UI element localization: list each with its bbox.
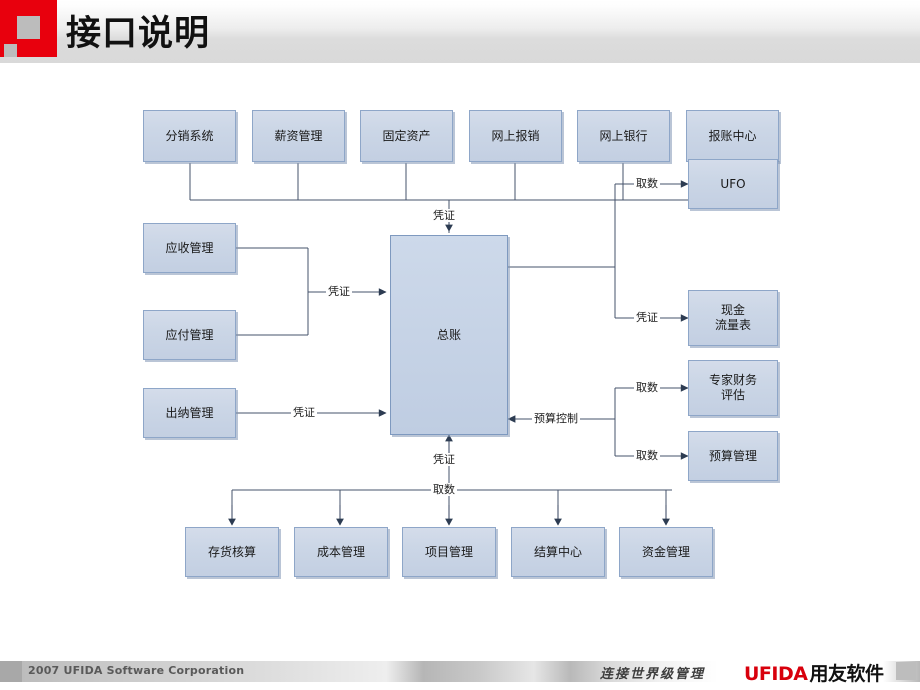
node-label: 资金管理 [641,544,690,559]
node-label: 项目管理 [424,544,473,559]
node-label: UFO [720,176,746,191]
edge-label-budget-control-to-hub: 预算控制 [532,412,580,425]
node-label: 现金 流量表 [714,303,751,332]
node-hub-general-ledger[interactable]: 总账 [390,235,508,435]
node-right-ufo[interactable]: UFO [688,159,778,209]
node-top-5[interactable]: 报账中心 [686,110,779,162]
node-label: 网上银行 [599,128,648,143]
footer-brand-logo: UFIDA 用友软件 [744,659,884,686]
page-title: 接口说明 [66,14,211,54]
node-label: 专家财务 评估 [708,373,757,402]
footer-tail-block-icon [896,662,916,680]
node-right-budget[interactable]: 预算管理 [688,431,778,481]
slide-footer: 2007 UFIDA Software Corporation 连接世界级管理 … [0,653,920,690]
ufida-logo-icon [0,0,57,57]
node-label: 成本管理 [316,544,365,559]
logo-inner-square-icon [17,16,40,39]
node-label: 薪资管理 [274,128,323,143]
node-top-3[interactable]: 网上报销 [469,110,562,162]
node-label: 应收管理 [165,240,214,255]
footer-copyright: 2007 UFIDA Software Corporation [28,664,245,677]
footer-left-block-icon [0,661,22,682]
footer-brand-en: UFIDA [744,663,808,685]
node-left-payable[interactable]: 应付管理 [143,310,236,360]
node-bottom-4[interactable]: 资金管理 [619,527,713,577]
edge-label-bottom-voucher: 凭证 [431,453,457,466]
node-right-cashflow[interactable]: 现金 流量表 [688,290,778,346]
node-right-expert-finance[interactable]: 专家财务 评估 [688,360,778,416]
node-bottom-0[interactable]: 存货核算 [185,527,279,577]
node-bottom-1[interactable]: 成本管理 [294,527,388,577]
slide-canvas: 接口说明 分销系统 薪资管理 固定资产 网上报销 网上银行 报账中心 应收管理 … [0,0,920,690]
node-label: 固定资产 [382,128,431,143]
node-top-0[interactable]: 分销系统 [143,110,236,162]
node-label: 结算中心 [533,544,582,559]
node-label: 应付管理 [165,327,214,342]
node-top-2[interactable]: 固定资产 [360,110,453,162]
footer-slogan: 连接世界级管理 [600,667,706,682]
node-label: 分销系统 [165,128,214,143]
footer-brand-cn: 用友软件 [809,663,884,685]
edge-label-hub-to-ufo: 取数 [634,177,660,190]
edge-label-hub-to-cashflow: 凭证 [634,311,660,324]
edge-label-hub-to-expert: 取数 [634,381,660,394]
node-label: 总账 [436,327,461,342]
node-left-receivable[interactable]: 应收管理 [143,223,236,273]
node-bottom-3[interactable]: 结算中心 [511,527,605,577]
edge-label-cashier-to-hub: 凭证 [291,406,317,419]
node-top-1[interactable]: 薪资管理 [252,110,345,162]
node-label: 报账中心 [708,128,757,143]
edge-label-bottom-bus-fetch: 取数 [431,483,457,496]
interface-diagram: 分销系统 薪资管理 固定资产 网上报销 网上银行 报账中心 应收管理 应付管理 … [0,63,920,653]
node-left-cashier[interactable]: 出纳管理 [143,388,236,438]
node-label: 网上报销 [491,128,540,143]
edge-label-hub-to-budget: 取数 [634,449,660,462]
node-top-4[interactable]: 网上银行 [577,110,670,162]
node-bottom-2[interactable]: 项目管理 [402,527,496,577]
edge-label-top-to-hub: 凭证 [431,209,457,222]
node-label: 出纳管理 [165,405,214,420]
edge-label-receivable-payable-to-hub: 凭证 [326,285,352,298]
slide-header: 接口说明 [0,0,920,63]
node-label: 存货核算 [207,544,256,559]
logo-corner-square-icon [4,44,17,57]
node-label: 预算管理 [708,448,757,463]
